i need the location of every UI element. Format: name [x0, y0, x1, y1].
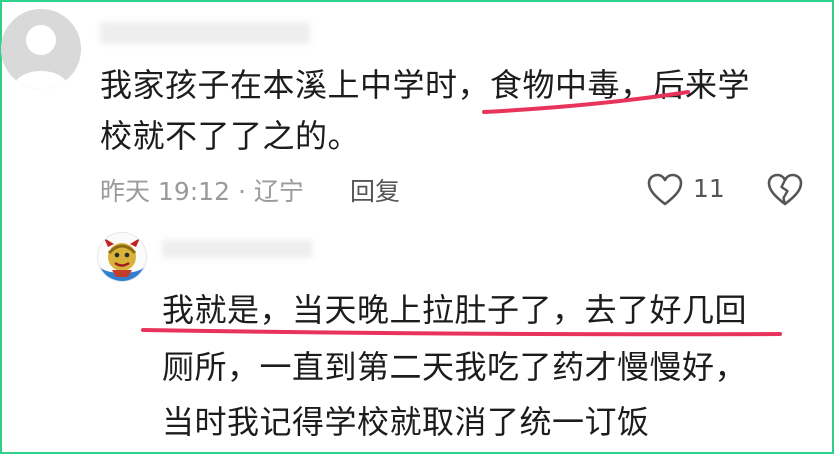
reply-text-line-3: 当时我记得学校就取消了统一订饭: [162, 403, 650, 441]
avatar-placeholder-icon: [1, 9, 81, 89]
comment-text-line-1: 我家孩子在本溪上中学时，食物中毒，后来学: [100, 66, 751, 104]
comment-text-line-2: 校就不了了之的。: [100, 117, 361, 155]
commenter-avatar[interactable]: [1, 9, 81, 89]
character-avatar-icon: [98, 233, 146, 281]
commenter-name-blurred[interactable]: [100, 22, 310, 44]
reply-button[interactable]: 回复: [350, 172, 400, 208]
reply-text-line-2: 厕所，一直到第二天我吃了药才慢慢好，: [162, 348, 748, 386]
replier-name-blurred[interactable]: [162, 240, 312, 258]
broken-heart-icon[interactable]: [765, 170, 805, 210]
comment-meta: 昨天 19:12 · 辽宁: [100, 177, 304, 206]
like-count: 11: [693, 174, 725, 203]
replier-avatar[interactable]: [97, 232, 147, 282]
reply-text-line-1: 我就是，当天晚上拉肚子了，去了好几回: [162, 291, 748, 329]
heart-icon[interactable]: [645, 170, 685, 210]
